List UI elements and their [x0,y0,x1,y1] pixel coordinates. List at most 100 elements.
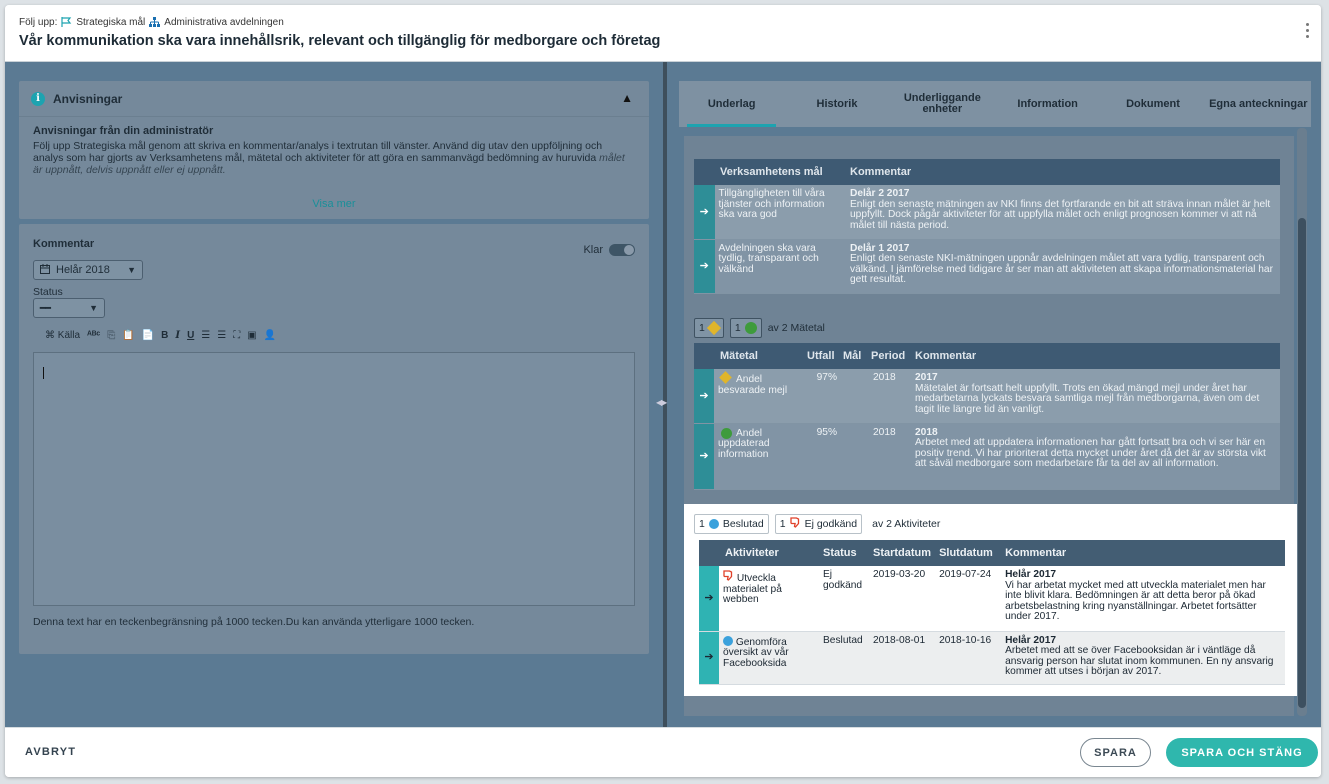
show-more-link[interactable]: Visa mer [19,198,649,210]
metric-name-cell: Andel uppdaterad information [714,423,806,490]
decided-badge[interactable]: 1 Beslutad [694,514,769,534]
tab-egna-anteckningar[interactable]: Egna anteckningar [1206,81,1311,127]
paste-icon[interactable]: 📋 [122,330,134,341]
done-toggle[interactable] [609,244,635,256]
tab-underlag[interactable]: Underlag [679,81,784,127]
metric-name-cell: Andel besvarade mejl [714,369,806,424]
activity-period: Helår 2017 [1005,634,1057,646]
activity-name: Genomföra översikt av vår Facebooksida [723,636,789,669]
metrics-table: Mätetal Utfall Mål Period Kommentar ➔ An… [694,343,1280,490]
resize-handle-icon[interactable]: ◀▶ [656,398,667,407]
green-count: 1 [734,322,741,334]
goal-period: Delår 1 2017 [850,242,910,254]
metric-comment: 2018 Arbetet med att uppdatera informatio… [911,423,1280,490]
metric-green-badge[interactable]: 1 [729,318,762,338]
table-row[interactable]: ➔ Tillgängligheten till våra tjänster oc… [694,185,1280,240]
period-select[interactable]: Helår 2018 ▼ [33,260,143,280]
activity-start: 2018-08-01 [869,631,936,685]
table-row[interactable]: ➔ Utveckla materialet på webben Ej godkä… [699,566,1285,632]
text-cursor [43,367,44,379]
save-and-close-button[interactable]: SPARA OCH STÄNG [1166,738,1318,767]
arrow-right-icon[interactable]: ➔ [694,185,715,240]
table-row[interactable]: ➔ Genomföra översikt av vår Facebooksida… [699,631,1285,685]
circle-icon [744,322,757,334]
arrow-right-icon[interactable]: ➔ [694,369,714,424]
activity-comment-text: Arbetet med att se över Facebooksidan är… [1005,645,1274,677]
tab-historik[interactable]: Historik [784,81,889,127]
metrics-header-outcome: Utfall [805,343,842,369]
save-button[interactable]: SPARA [1080,738,1151,767]
activity-comment: Helår 2017 Arbetet med att se över Facebo… [1001,631,1285,685]
instructions-title: Anvisningar [53,91,123,106]
image-icon[interactable]: ▣ [247,330,256,341]
bullet-list-icon[interactable]: ☰ [217,330,226,341]
decided-count: 1 [699,518,705,530]
tab-dokument[interactable]: Dokument [1100,81,1205,127]
chevron-up-icon[interactable]: ▲ [621,91,633,105]
decided-label: Beslutad [722,518,764,530]
goal-name: Tillgängligheten till våra tjänster och … [714,185,846,240]
crumb-goal[interactable]: Strategiska mål [76,17,145,28]
table-row[interactable]: ➔ Andel besvarade mejl 97% 2018 2017 Mäte… [694,369,1280,424]
user-icon[interactable]: 👤 [264,330,276,341]
cancel-button[interactable]: AVBRYT [25,746,76,758]
source-icon: ⌘ [45,330,55,341]
paste-word-icon[interactable]: 📄 [142,330,154,341]
activities-header-comment: Kommentar [1001,540,1285,566]
org-icon [149,17,161,28]
metrics-header-comment: Kommentar [911,343,1280,369]
crumb-org[interactable]: Administrativa avdelningen [164,17,284,28]
rejected-badge[interactable]: 1 Ej godkänd [774,514,863,534]
copy-icon[interactable]: ⎘ [107,330,115,341]
numbered-list-icon[interactable]: ☰ [201,330,210,341]
status-value: ━━ [40,302,51,313]
scrollbar-thumb[interactable] [1298,218,1306,708]
table-row[interactable]: ➔ Avdelningen ska vara tydlig, transpara… [694,239,1280,294]
scrollbar[interactable] [1297,128,1307,716]
italic-icon[interactable]: I [175,330,180,341]
activity-status: Beslutad [819,631,869,685]
activities-header-end: Slutdatum [935,540,1002,566]
maximize-icon[interactable]: ⛶ [233,330,240,341]
metrics-header-name: Mätetal [694,343,806,369]
source-button[interactable]: ⌘ Källa [45,330,80,341]
circle-icon [708,519,719,529]
chevron-down-icon: ▼ [89,303,98,313]
instructions-panel: i Anvisningar ▲ Anvisningar från din adm… [19,81,649,219]
bold-icon[interactable]: B [161,330,168,341]
page-title: Vår kommunikation ska vara innehållsrik,… [19,33,661,49]
metric-target [841,423,870,490]
instructions-body: Följ upp Strategiska mål genom att skriv… [33,140,603,164]
rejected-label: Ej godkänd [804,518,858,530]
arrow-right-icon[interactable]: ➔ [699,566,719,632]
goal-period: Delår 2 2017 [850,188,910,199]
activity-end: 2019-07-24 [935,566,1002,632]
tab-bar: Underlag Historik Underliggande enheter … [679,81,1311,127]
circle-icon [723,635,733,646]
rejected-count: 1 [779,518,786,530]
comment-editor[interactable] [33,352,635,606]
arrow-right-icon[interactable]: ➔ [699,631,719,685]
spellcheck-icon[interactable]: ᴬᴮᶜ [87,330,100,341]
status-label: Status [33,286,63,298]
status-select[interactable]: ━━ ▼ [33,298,105,318]
arrow-right-icon[interactable]: ➔ [694,239,715,294]
goal-name: Avdelningen ska vara tydlig, transparant… [714,239,846,294]
circle-icon [721,427,732,439]
tab-underliggande-enheter[interactable]: Underliggande enheter [890,81,995,127]
goal-comment: Delår 2 2017 Enligt den senaste mätningen… [846,185,1280,240]
more-options-icon[interactable] [1303,23,1311,43]
underline-icon[interactable]: U [187,330,194,341]
diamond-icon [719,371,732,384]
table-row[interactable]: ➔ Andel uppdaterad information 95% 2018 … [694,423,1280,490]
tab-information[interactable]: Information [995,81,1100,127]
metric-year: 2018 [915,426,938,438]
arrow-right-icon[interactable]: ➔ [694,423,714,490]
char-limit-text: Denna text har en teckenbegränsning på 1… [33,616,475,628]
metric-period: 2018 [869,369,912,424]
instructions-header[interactable]: i Anvisningar ▲ [19,81,649,117]
breadcrumb: Följ upp: Strategiska mål Administrativa… [19,17,284,28]
metric-yellow-badge[interactable]: 1 [694,318,724,338]
panel-divider[interactable] [663,62,667,727]
activity-comment: Helår 2017 Vi har arbetat mycket med att … [1001,566,1285,632]
